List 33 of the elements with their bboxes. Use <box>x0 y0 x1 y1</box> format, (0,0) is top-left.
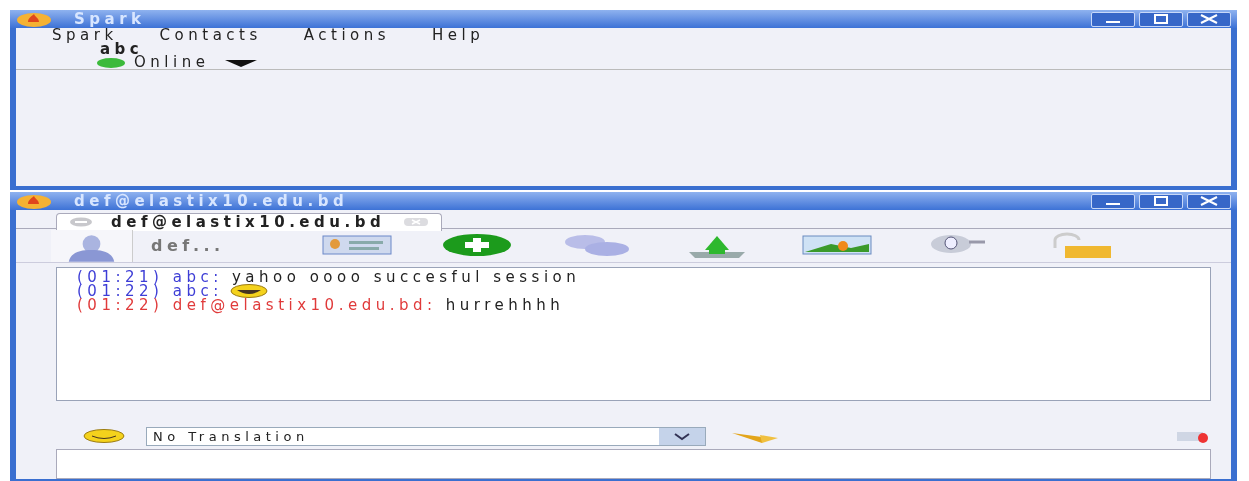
menu-item[interactable]: Spark <box>52 28 118 43</box>
message-input[interactable] <box>56 449 1211 479</box>
menu-item[interactable]: Help <box>432 28 485 43</box>
contact-name: def... <box>151 234 226 257</box>
maximize-button[interactable] <box>1139 193 1183 209</box>
minimize-button[interactable] <box>1091 193 1135 209</box>
menu-item[interactable]: Contacts <box>159 28 262 43</box>
maximize-button[interactable] <box>1139 11 1183 27</box>
window-title: Spark <box>74 11 146 27</box>
user-name: abc <box>100 43 144 56</box>
smiley-icon <box>228 284 269 298</box>
maximize-icon <box>1153 196 1169 206</box>
minimize-button[interactable] <box>1091 11 1135 27</box>
minimize-icon <box>1106 21 1120 23</box>
spark-logo-icon <box>16 11 52 27</box>
spark-logo-icon <box>16 193 52 209</box>
close-button[interactable] <box>1187 11 1231 27</box>
chat-message: (01:22) def@elastix10.edu.bd: hurrehhhh <box>77 298 565 312</box>
window-title: def@elastix10.edu.bd <box>74 193 349 209</box>
menu-item[interactable]: Actions <box>303 28 391 43</box>
translation-dropdown[interactable]: No Translation <box>146 426 706 446</box>
minus-icon <box>69 217 93 227</box>
smiley-icon[interactable] <box>82 429 126 443</box>
chat-message: (01:21) abc: yahoo oooo succesful session <box>77 270 581 284</box>
close-icon <box>1199 14 1219 24</box>
status-label: Online <box>134 56 210 69</box>
minimize-icon <box>1106 203 1120 205</box>
close-icon <box>1199 196 1219 206</box>
chat-tab[interactable]: def@elastix10.edu.bd <box>56 212 443 231</box>
close-button[interactable] <box>1187 193 1231 209</box>
avatar-icon <box>51 229 133 262</box>
alert-icon[interactable] <box>1175 429 1211 443</box>
maximize-icon <box>1153 14 1169 24</box>
